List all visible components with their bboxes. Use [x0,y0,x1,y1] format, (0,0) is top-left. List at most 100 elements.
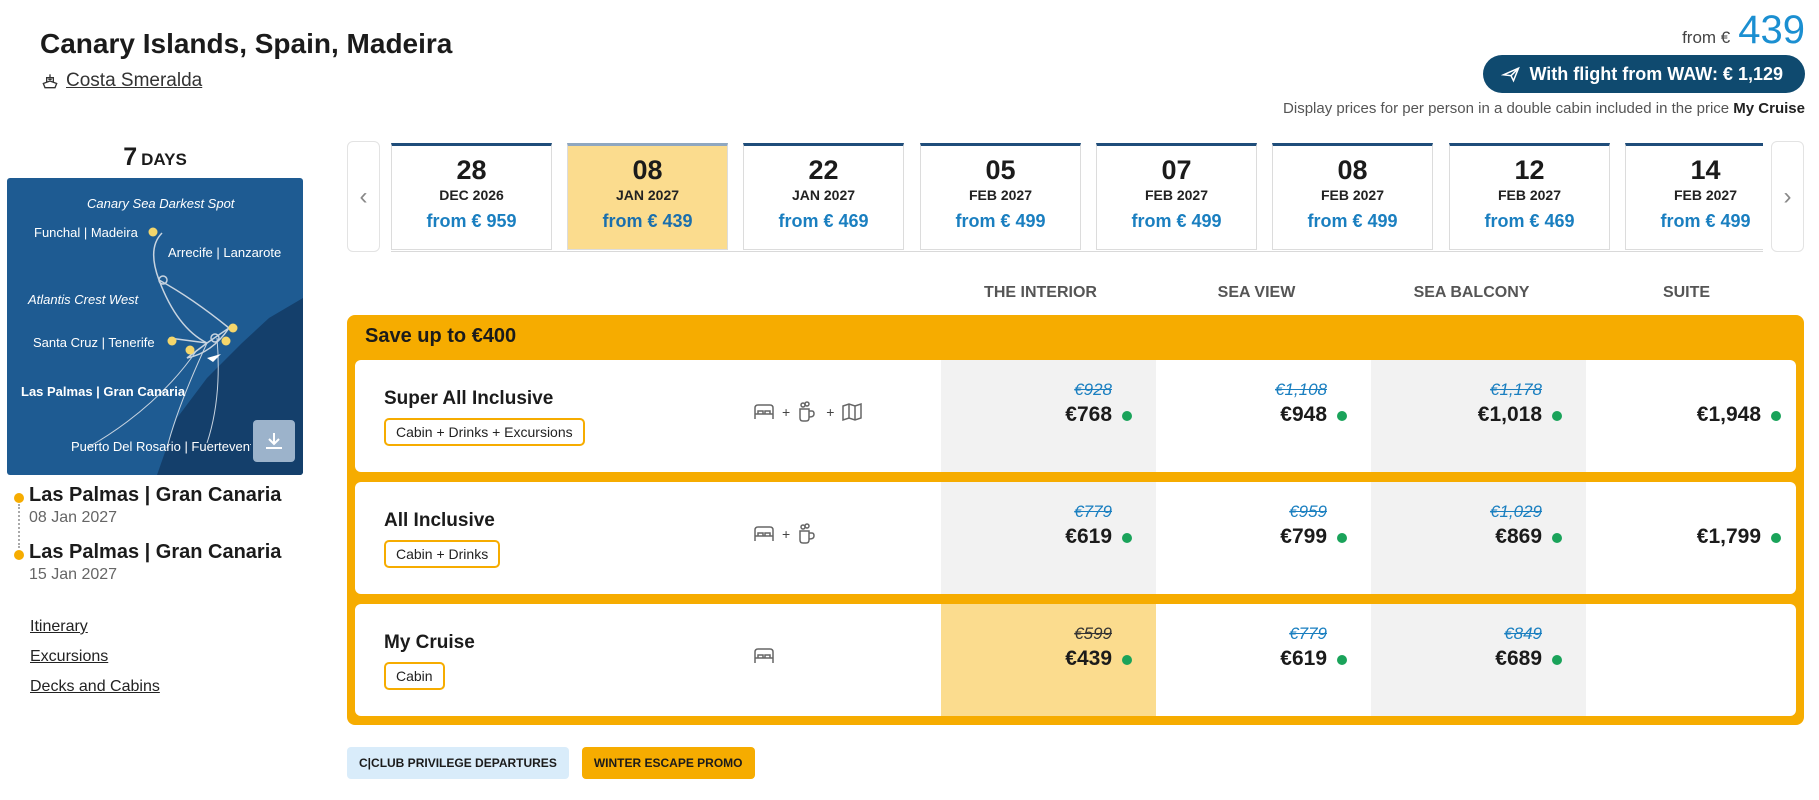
date-month: FEB 2027 [968,187,1033,203]
from-label: from € [1682,28,1731,47]
map-label: Funchal | Madeira [34,225,138,240]
new-price: €1,948 [1696,403,1761,426]
fare-tag: Cabin [384,662,445,690]
old-price: €779 [1289,624,1327,643]
port-dot [14,493,24,503]
ship-name[interactable]: Costa Smeralda [66,70,202,92]
price-cell[interactable]: €959 €799 [1156,482,1371,594]
date-card[interactable]: 07 FEB 2027 from € 499 [1096,143,1257,250]
date-card-selected[interactable]: 08 JAN 2027 from € 439 [567,143,728,250]
map-label: Puerto Del Rosario | Fuerteventura [71,439,251,454]
new-price: €948 [1280,403,1327,426]
price-cell[interactable]: €1,178 €1,018 [1371,360,1586,472]
carousel-prev-button[interactable]: ‹ [347,141,380,252]
date-month: FEB 2027 [1144,187,1209,203]
date-day: 22 [808,155,839,185]
itinerary-link[interactable]: Itinerary [30,618,160,636]
column-header-sea-balcony: SEA BALCONY [1413,284,1530,301]
old-price: €1,108 [1275,380,1327,399]
old-price: €849 [1504,624,1542,643]
date-card[interactable]: 14 FEB 2027 from € 499 [1625,143,1763,250]
date-month: DEC 2026 [439,187,504,203]
date-month: FEB 2027 [1497,187,1562,203]
port-item: Las Palmas | Gran Canaria 15 Jan 2027 [10,541,310,584]
port-date: 08 Jan 2027 [29,509,118,526]
date-card[interactable]: 12 FEB 2027 from € 469 [1449,143,1610,250]
ship-link[interactable]: Costa Smeralda [40,70,202,92]
fare-name: All Inclusive [384,510,495,531]
price-cell[interactable]: €779 €619 [1156,604,1371,716]
port-dot [14,550,24,560]
display-note-text: Display prices for per person in a doubl… [1283,100,1730,117]
carousel-next-button[interactable]: › [1771,141,1804,252]
itinerary-map[interactable]: Canary Sea Darkest Spot Funchal | Madeir… [7,178,303,475]
date-price: from € 959 [426,211,517,231]
winter-escape-badge[interactable]: WINTER ESCAPE PROMO [581,747,755,779]
date-card[interactable]: 05 FEB 2027 from € 499 [920,143,1081,250]
date-card[interactable]: 28 DEC 2026 from € 959 [391,143,552,250]
from-price: 439 [1738,8,1805,52]
date-month: JAN 2027 [615,187,680,203]
bed-icon [752,644,776,668]
fare-row-my-cruise: My Cruise Cabin €599 €439 €779 €619 €849… [355,604,1796,716]
price-cell[interactable]: €928 €768 [941,360,1156,472]
date-month: JAN 2027 [791,187,856,203]
excursions-link[interactable]: Excursions [30,648,160,666]
map-download-button[interactable] [253,420,295,462]
days-number: 7 [123,143,138,171]
date-day: 12 [1514,155,1545,185]
old-price: €599 [1074,624,1112,643]
decks-and-cabins-link[interactable]: Decks and Cabins [30,678,160,696]
price-cell[interactable]: €1,029 €869 [1371,482,1586,594]
new-price: €1,018 [1477,403,1542,426]
chevron-right-icon: › [1783,182,1792,210]
promo-title: Save up to €400 [365,325,517,347]
price-cell-selected[interactable]: €599 €439 [941,604,1156,716]
old-price: €1,178 [1490,380,1542,399]
availability-dot [1771,533,1781,543]
fare-tag: Cabin + Drinks [384,540,501,568]
price-cell[interactable]: €779 €619 [941,482,1156,594]
cclub-badge[interactable]: C|CLUB PRIVILEGE DEPARTURES [347,747,569,779]
availability-dot [1771,411,1781,421]
from-price-block: from € 439 [1682,8,1805,53]
port-date: 15 Jan 2027 [29,566,118,583]
date-card[interactable]: 22 JAN 2027 from € 469 [743,143,904,250]
old-price: €1,029 [1490,502,1542,521]
new-price: €619 [1065,525,1112,548]
price-cell[interactable]: €1,948 [1586,360,1796,472]
price-cell[interactable]: €849 €689 [1371,604,1586,716]
price-cell[interactable]: €1,799 [1586,482,1796,594]
new-price: €689 [1495,647,1542,670]
price-cell[interactable]: €1,108 €948 [1156,360,1371,472]
availability-dot [1552,655,1562,665]
date-day: 05 [985,155,1016,185]
date-price: from € 469 [778,211,869,231]
date-card[interactable]: 08 FEB 2027 from € 499 [1272,143,1433,250]
drink-icon [796,400,820,424]
fare-name: Super All Inclusive [384,388,554,409]
port-item: Las Palmas | Gran Canaria 08 Jan 2027 [10,484,310,527]
date-price: from € 499 [1660,211,1751,231]
column-header-suite: SUITE [1662,284,1711,301]
promo-badges: C|CLUB PRIVILEGE DEPARTURES WINTER ESCAP… [347,747,755,779]
availability-dot [1337,655,1347,665]
date-month: FEB 2027 [1673,187,1738,203]
duration: 7 DAYS [7,143,303,172]
price-cell-empty [1586,604,1796,716]
days-unit: DAYS [141,150,187,169]
availability-dot [1552,411,1562,421]
old-price: €928 [1074,380,1112,399]
fare-name: My Cruise [384,632,475,653]
map-icon [840,400,864,424]
flight-option-button[interactable]: With flight from WAW: € 1,129 [1483,55,1805,93]
column-header-sea-view: SEA VIEW [1217,284,1296,301]
port-name: Las Palmas | Gran Canaria [29,541,282,563]
new-price: €768 [1065,403,1112,426]
map-label: Santa Cruz | Tenerife [33,335,155,350]
date-day: 28 [456,155,487,185]
old-price: €959 [1289,502,1327,521]
port-list: Las Palmas | Gran Canaria 08 Jan 2027 La… [10,484,310,598]
date-price: from € 439 [602,211,693,231]
page-title: Canary Islands, Spain, Madeira [40,28,453,59]
